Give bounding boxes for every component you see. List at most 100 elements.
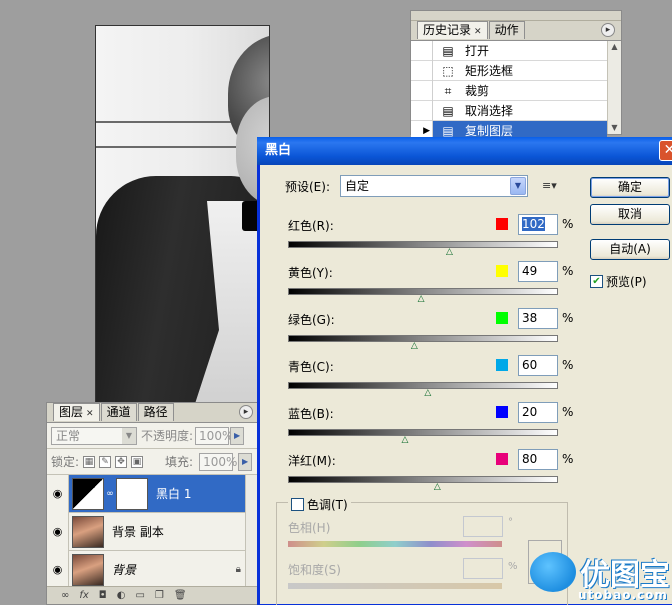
tab-paths[interactable]: 路径 <box>137 403 174 421</box>
layer-row[interactable]: ◉ 背景 🔒︎ <box>47 550 259 589</box>
lock-paint-icon[interactable]: ✎ <box>99 455 112 468</box>
slider-thumb[interactable]: △ <box>424 389 431 398</box>
layer-row[interactable]: ◉ 背景 副本 <box>47 512 259 551</box>
slider-value-input[interactable]: 60 <box>518 355 558 376</box>
slider-value-input[interactable]: 38 <box>518 308 558 329</box>
history-source-checkbox[interactable] <box>411 40 433 61</box>
lock-transparent-icon[interactable]: ▦ <box>83 455 96 468</box>
image-canvas[interactable] <box>95 25 270 410</box>
history-scrollbar[interactable]: ▲ ▼ <box>607 41 621 134</box>
trash-icon[interactable]: 🗑︎ <box>174 590 187 601</box>
slider-value: 102 <box>522 217 545 231</box>
history-item-label: 取消选择 <box>465 104 514 118</box>
opacity-input[interactable]: 100% <box>195 426 233 445</box>
color-swatch <box>496 406 508 418</box>
history-item-label: 裁剪 <box>465 84 490 98</box>
ok-button[interactable]: 确定 <box>590 177 670 198</box>
slider-track[interactable] <box>288 382 558 389</box>
hue-slider[interactable] <box>288 541 502 547</box>
checkmark-icon[interactable]: ✔ <box>590 275 603 288</box>
layers-tabbar: 图层 ✕ 通道 路径 ▸ <box>47 403 259 423</box>
mask-thumbnail[interactable] <box>116 477 148 510</box>
slider-thumb[interactable]: △ <box>446 248 453 257</box>
slider-track[interactable] <box>288 335 558 342</box>
layer-name: 背景 <box>112 563 137 577</box>
history-source-checkbox[interactable] <box>411 60 433 81</box>
tab-layers[interactable]: 图层 ✕ <box>53 403 100 421</box>
color-swatch <box>496 218 508 230</box>
opacity-slider-toggle[interactable]: ▶ <box>230 426 245 445</box>
history-panel: 历史记录 ✕ 动作 ▸ ▤ 打开 ⬚ 矩形选框 ⌗ 裁剪 ▤ 取消选择 ▶ ▤ 复制图层 ▲ ▼ <box>410 10 622 141</box>
slider-thumb[interactable]: △ <box>418 295 425 304</box>
fill-slider-toggle[interactable]: ▶ <box>238 452 253 471</box>
tab-history[interactable]: 历史记录 ✕ <box>417 21 488 39</box>
preview-toggle[interactable]: ✔ 预览(P) <box>590 273 647 290</box>
panel-grip[interactable] <box>411 11 621 21</box>
history-item[interactable]: ▤ 打开 <box>411 40 607 61</box>
layer-row[interactable]: ◉ ∞ 黑白 1 <box>47 474 259 513</box>
link-icon[interactable]: ∞ <box>106 489 114 499</box>
preview-label: 预览(P) <box>606 275 647 289</box>
history-source-checkbox[interactable] <box>411 100 433 121</box>
close-icon[interactable]: ✕ <box>474 27 482 37</box>
lock-move-icon[interactable]: ✥ <box>115 455 128 468</box>
tab-actions[interactable]: 动作 <box>488 21 525 39</box>
tint-toggle[interactable]: 色调(T) <box>288 496 351 513</box>
eye-icon[interactable]: ◉ <box>47 550 69 589</box>
blend-mode-select[interactable]: 正常 ▼ <box>51 426 137 445</box>
preset-menu-icon[interactable]: ≡▾ <box>542 179 557 192</box>
dialog-titlebar[interactable]: 黑白 <box>257 137 672 165</box>
fill-input[interactable]: 100% <box>199 452 237 471</box>
close-icon[interactable]: ✕ <box>86 409 94 419</box>
slider-track[interactable] <box>288 429 558 436</box>
hue-input[interactable] <box>463 516 503 537</box>
eye-icon[interactable]: ◉ <box>47 474 69 513</box>
slider-value-input[interactable]: 102 <box>518 214 558 235</box>
scroll-up-icon[interactable]: ▲ <box>608 41 621 53</box>
slider-value-input[interactable]: 49 <box>518 261 558 282</box>
cancel-button[interactable]: 取消 <box>590 204 670 225</box>
saturation-slider[interactable] <box>288 583 502 589</box>
eye-icon[interactable]: ◉ <box>47 512 69 551</box>
slider-value: 38 <box>522 311 538 325</box>
percent-label: % <box>562 217 574 231</box>
slider-track[interactable] <box>288 241 558 248</box>
preset-select[interactable]: 自定 ▼ <box>340 175 528 197</box>
lock-icon: 🔒︎ <box>235 564 241 575</box>
lock-row: 锁定: ▦ ✎ ✥ ▣ 填充: 100% ▶ <box>47 449 259 475</box>
history-item[interactable]: ▤ 取消选择 <box>411 100 607 121</box>
slider-value-input[interactable]: 80 <box>518 449 558 470</box>
adjustment-thumbnail[interactable] <box>72 477 104 510</box>
auto-button[interactable]: 自动(A) <box>590 239 670 260</box>
doc-icon: ▤ <box>442 123 454 138</box>
slider-track[interactable] <box>288 476 558 483</box>
group-icon[interactable]: ▭ <box>135 590 144 601</box>
tint-checkbox[interactable] <box>291 498 304 511</box>
layer-thumbnail[interactable] <box>72 553 104 586</box>
new-layer-icon[interactable]: ❐ <box>155 590 164 601</box>
add-mask-icon[interactable]: ◘ <box>99 590 107 601</box>
close-icon[interactable]: ✕ <box>659 140 672 161</box>
preset-label: 预设(E): <box>285 179 330 194</box>
layer-thumbnail[interactable] <box>72 515 104 548</box>
history-source-checkbox[interactable] <box>411 80 433 101</box>
history-item[interactable]: ⌗ 裁剪 <box>411 80 607 101</box>
slider-thumb[interactable]: △ <box>434 483 441 492</box>
opacity-label: 不透明度: <box>141 429 194 443</box>
slider-thumb[interactable]: △ <box>411 342 418 351</box>
history-item[interactable]: ⬚ 矩形选框 <box>411 60 607 81</box>
link-layers-icon[interactable]: ∞ <box>61 590 69 601</box>
panel-menu-icon[interactable]: ▸ <box>601 23 615 37</box>
fill-label: 填充: <box>165 455 194 469</box>
slider-thumb[interactable]: △ <box>401 436 408 445</box>
scroll-down-icon[interactable]: ▼ <box>608 122 621 134</box>
tab-channels[interactable]: 通道 <box>100 403 137 421</box>
saturation-input[interactable] <box>463 558 503 579</box>
panel-menu-icon[interactable]: ▸ <box>239 405 253 419</box>
black-white-dialog: 黑白 ✕ 预设(E): 自定 ▼ ≡▾ 红色(R): 102% △ 黄色(Y): 49% △… <box>257 137 672 605</box>
lock-all-icon[interactable]: ▣ <box>131 455 144 468</box>
layers-panel: 图层 ✕ 通道 路径 ▸ 正常 ▼ 不透明度: 100% ▶ 锁定: ▦ ✎ ✥ ▣ 填… <box>46 402 260 605</box>
slider-value-input[interactable]: 20 <box>518 402 558 423</box>
adjustment-layer-icon[interactable]: ◐ <box>117 590 126 601</box>
fx-icon[interactable]: fx <box>79 590 88 601</box>
